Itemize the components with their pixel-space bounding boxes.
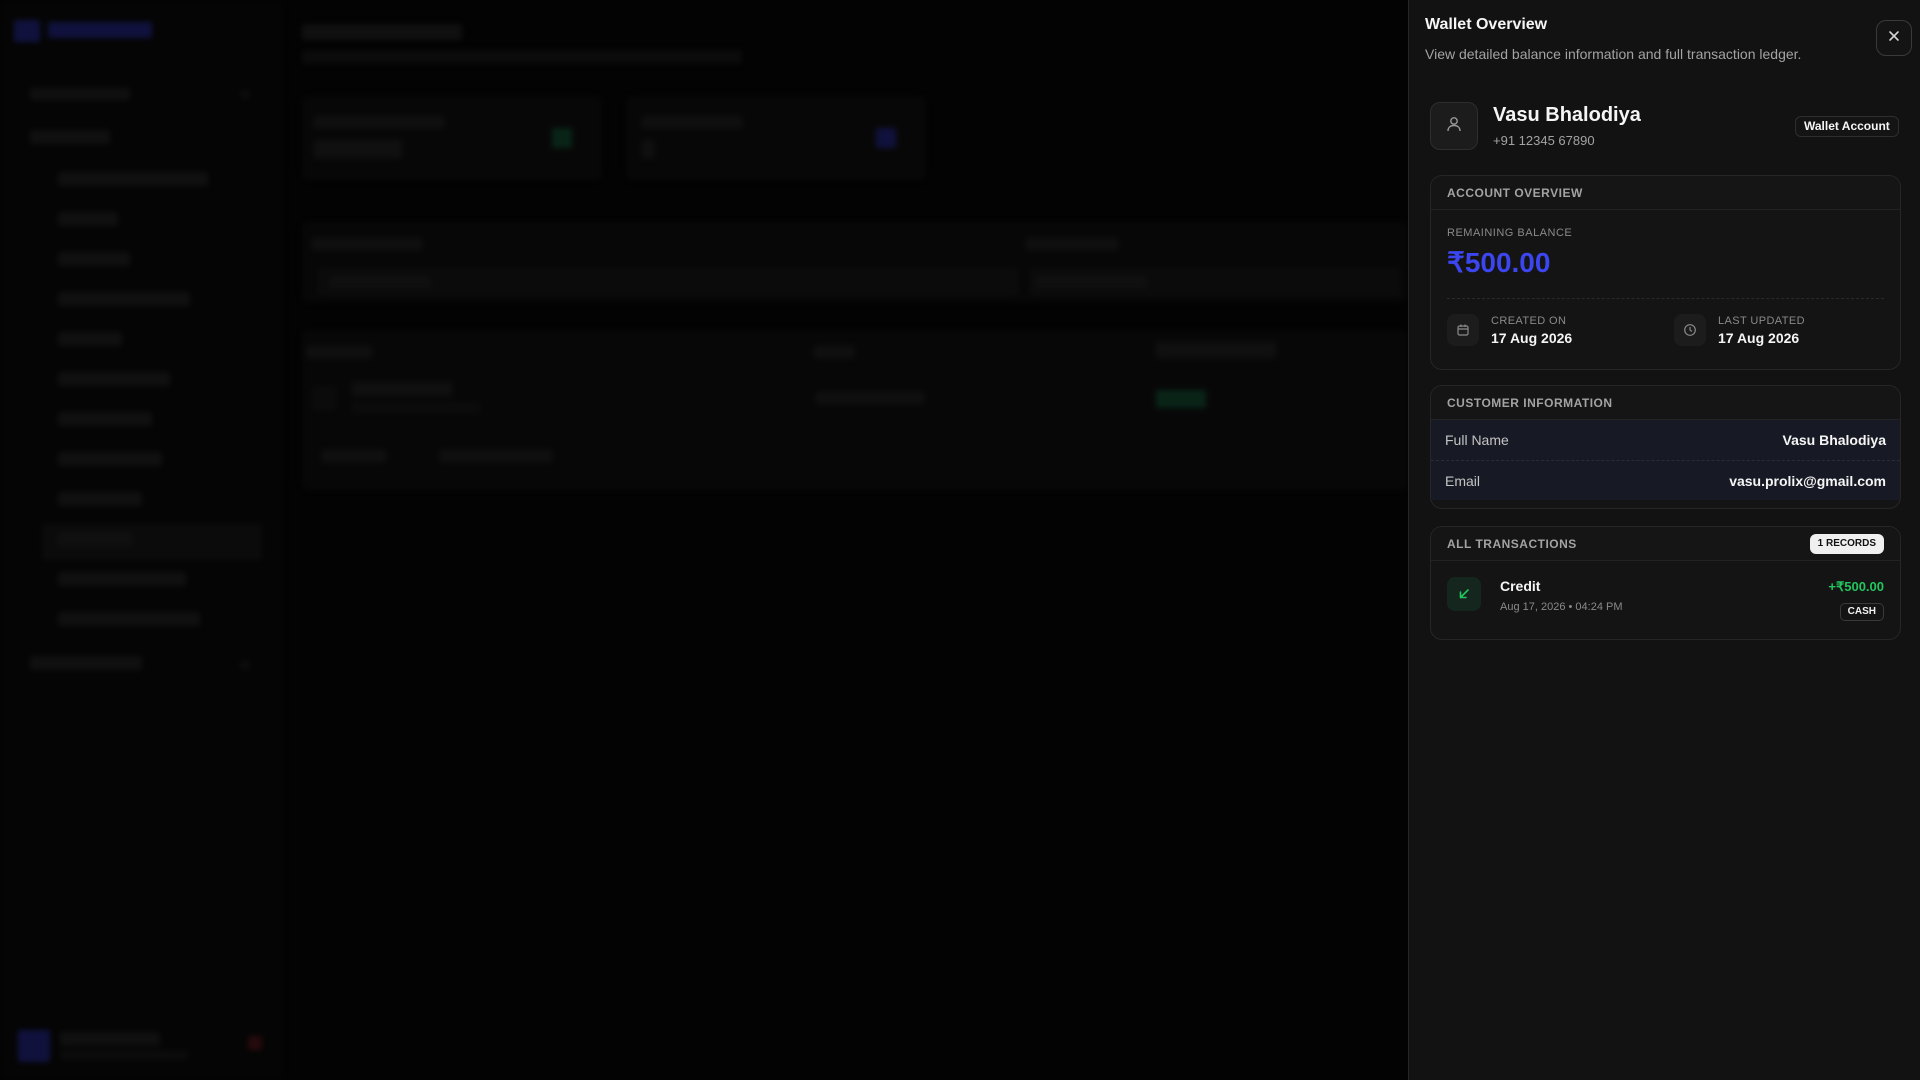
info-key: Email [1445, 472, 1481, 489]
wallet-overview-panel: Wallet Overview View detailed balance in… [1408, 0, 1920, 1080]
customer-information-header: CUSTOMER INFORMATION [1431, 386, 1900, 420]
transaction-row[interactable]: Credit Aug 17, 2026 • 04:24 PM +₹500.00 … [1431, 561, 1900, 639]
transactions-heading: ALL TRANSACTIONS [1447, 536, 1577, 551]
info-value: vasu.prolix@gmail.com [1729, 472, 1886, 489]
info-value: Vasu Bhalodiya [1782, 432, 1886, 448]
arrow-down-left-icon [1447, 577, 1481, 611]
transaction-type: Credit [1500, 578, 1541, 594]
info-key: Full Name [1445, 432, 1509, 448]
account-overview-card: ACCOUNT OVERVIEW REMAINING BALANCE ₹500.… [1430, 175, 1901, 370]
transaction-amount: +₹500.00 [1828, 579, 1884, 594]
customer-phone: +91 12345 67890 [1493, 133, 1595, 148]
balance-label: REMAINING BALANCE [1447, 227, 1573, 239]
wallet-account-badge: Wallet Account [1795, 116, 1899, 137]
transaction-datetime: Aug 17, 2026 • 04:24 PM [1500, 601, 1623, 613]
user-icon [1445, 115, 1463, 138]
close-icon [1887, 29, 1901, 48]
divider [1447, 298, 1884, 299]
panel-title: Wallet Overview [1425, 16, 1548, 33]
created-on-label: CREATED ON [1491, 314, 1567, 327]
created-on-value: 17 Aug 2026 [1491, 329, 1573, 346]
customer-information-card: CUSTOMER INFORMATION Full Name Vasu Bhal… [1430, 385, 1901, 509]
balance-value: ₹500.00 [1447, 247, 1551, 278]
last-updated-label: LAST UPDATED [1718, 314, 1805, 327]
info-row-email: Email vasu.prolix@gmail.com [1431, 460, 1900, 500]
transactions-header: ALL TRANSACTIONS 1 RECORDS [1431, 527, 1900, 561]
created-on: CREATED ON 17 Aug 2026 [1447, 314, 1572, 346]
account-overview-header: ACCOUNT OVERVIEW [1431, 176, 1900, 210]
modal-overlay[interactable] [0, 0, 1408, 1080]
calendar-icon [1447, 314, 1479, 346]
info-row-full-name: Full Name Vasu Bhalodiya [1431, 420, 1900, 460]
panel-subtitle: View detailed balance information and fu… [1425, 46, 1802, 62]
transactions-card: ALL TRANSACTIONS 1 RECORDS Credit Aug 17… [1430, 526, 1901, 640]
close-button[interactable] [1876, 20, 1912, 56]
customer-name: Vasu Bhalodiya [1493, 104, 1641, 126]
last-updated: LAST UPDATED 17 Aug 2026 [1674, 314, 1805, 346]
transaction-method-badge: CASH [1839, 603, 1884, 621]
account-overview-heading: ACCOUNT OVERVIEW [1447, 185, 1583, 200]
customer-information-heading: CUSTOMER INFORMATION [1447, 395, 1613, 410]
last-updated-value: 17 Aug 2026 [1718, 329, 1800, 346]
clock-icon [1674, 314, 1706, 346]
avatar [1430, 102, 1478, 150]
records-count-badge: 1 RECORDS [1809, 533, 1884, 554]
